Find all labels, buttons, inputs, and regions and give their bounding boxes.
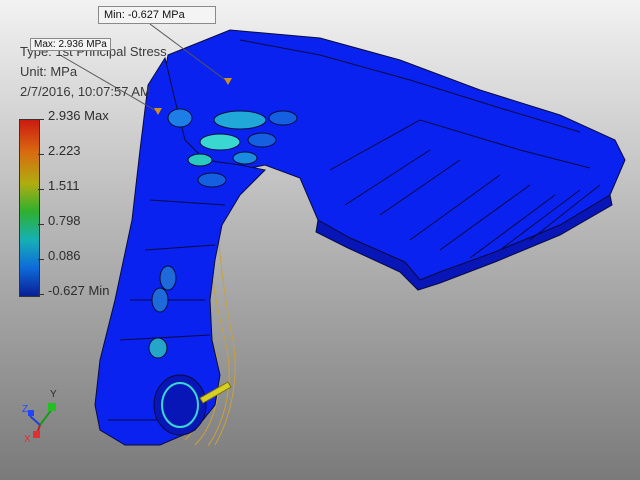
legend-label-max: 2.936 Max [48, 108, 109, 123]
legend-tick [38, 189, 44, 190]
3d-viewport[interactable] [0, 0, 640, 480]
legend-label-2: 2.223 [48, 143, 81, 158]
legend-tick [38, 259, 44, 260]
min-callout[interactable]: Min: -0.627 MPa [98, 6, 216, 24]
legend-label-4: 0.798 [48, 213, 81, 228]
triad-y-label: Y [50, 389, 57, 400]
stress-model[interactable] [94, 29, 626, 446]
legend-label-3: 1.511 [48, 178, 80, 193]
view-triad[interactable] [28, 403, 56, 438]
triad-z-label: Z [22, 404, 29, 415]
legend-label-5: 0.086 [48, 248, 81, 263]
legend-tick [38, 119, 44, 120]
stress-color-legend [19, 119, 40, 297]
max-callout[interactable]: Max: 2.936 MPa [30, 38, 111, 51]
legend-tick [38, 154, 44, 155]
result-timestamp: 2/7/2016, 10:07:57 AM [20, 84, 151, 99]
result-unit: Unit: MPa [20, 64, 78, 79]
model-right-arm [157, 29, 626, 281]
legend-label-min: -0.627 Min [48, 283, 110, 298]
triad-x-label: X [24, 434, 31, 445]
legend-tick [38, 224, 44, 225]
legend-tick [38, 294, 44, 295]
